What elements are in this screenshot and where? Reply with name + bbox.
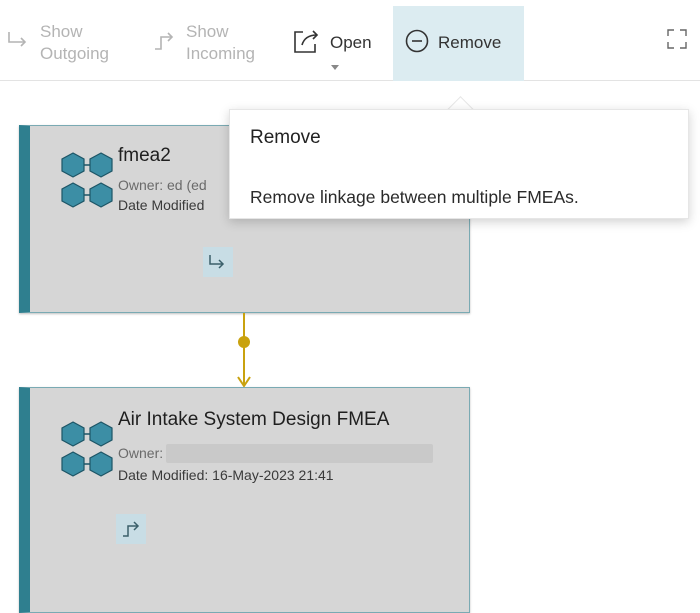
toolbar: Show Outgoing Show Incoming Open Remove — [0, 0, 700, 81]
show-incoming-line2: Incoming — [186, 44, 255, 63]
show-outgoing-line1: Show — [40, 22, 83, 41]
tooltip-description: Remove linkage between multiple FMEAs. — [250, 187, 579, 207]
minus-circle-icon — [404, 28, 430, 59]
arrow-turn-up-right-icon — [152, 29, 178, 58]
chevron-down-icon[interactable] — [330, 64, 340, 72]
fullscreen-icon[interactable] — [666, 28, 688, 50]
node-owner: Owner: ed (ed — [118, 177, 207, 193]
remove-label: Remove — [438, 33, 502, 52]
fmea-hexagon-icon — [61, 421, 113, 477]
remove-button[interactable]: Remove — [404, 6, 501, 80]
remove-tooltip: Remove Remove linkage between multiple F… — [229, 109, 689, 219]
open-label: Open — [330, 33, 372, 52]
show-outgoing-icon — [209, 255, 225, 269]
show-outgoing-line2: Outgoing — [40, 44, 109, 63]
fmea-hexagon-icon — [61, 152, 113, 208]
show-incoming-line1: Show — [186, 22, 229, 41]
open-external-icon — [292, 27, 322, 60]
node-date-modified: Date Modified: 16-May-2023 21:41 — [118, 467, 334, 483]
show-outgoing-button[interactable]: Show Outgoing — [6, 6, 109, 80]
show-incoming-button[interactable]: Show Incoming — [152, 6, 255, 80]
show-outgoing-node-button[interactable] — [203, 247, 233, 277]
node-title: fmea2 — [118, 145, 171, 166]
fmea-node[interactable]: Air Intake System Design FMEA Owner: Dat… — [19, 387, 470, 613]
tooltip-title: Remove — [250, 127, 321, 148]
show-incoming-icon — [123, 521, 140, 537]
node-title: Air Intake System Design FMEA — [118, 409, 390, 430]
show-incoming-node-button[interactable] — [116, 514, 146, 544]
node-date-modified: Date Modified — [118, 197, 205, 213]
link-connector[interactable] — [236, 313, 252, 389]
node-owner: Owner: — [118, 445, 164, 461]
redacted-owner — [166, 444, 433, 463]
arrow-turn-right-icon — [6, 29, 32, 58]
